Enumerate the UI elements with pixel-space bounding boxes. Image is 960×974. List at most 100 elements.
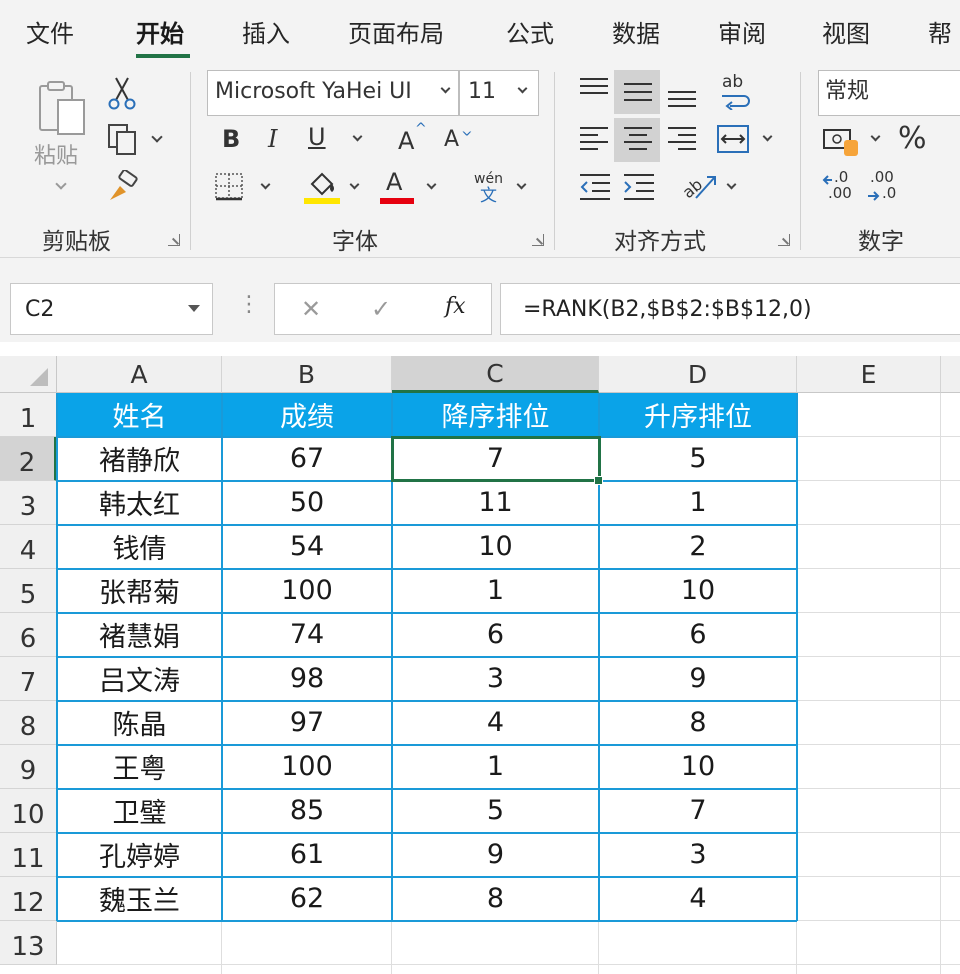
table-cell[interactable]: 钱倩	[57, 525, 222, 568]
row-header-9[interactable]: 9	[0, 745, 57, 789]
table-cell[interactable]: 魏玉兰	[57, 877, 222, 920]
table-cell[interactable]: 9	[599, 657, 797, 700]
row-header-8[interactable]: 8	[0, 701, 57, 745]
name-box-dropdown-icon[interactable]	[187, 304, 201, 314]
fill-handle[interactable]	[594, 476, 603, 485]
column-header-b[interactable]: B	[222, 356, 392, 393]
formula-input[interactable]: =RANK(B2,$B$2:$B$12,0)	[500, 283, 960, 335]
table-cell[interactable]: 3	[392, 657, 599, 700]
format-painter-icon[interactable]	[106, 169, 140, 204]
tab-help[interactable]: 帮	[928, 14, 952, 49]
tab-formulas[interactable]: 公式	[506, 14, 554, 49]
row-header-7[interactable]: 7	[0, 657, 57, 701]
top-align-icon[interactable]	[578, 76, 610, 102]
table-cell[interactable]: 100	[222, 745, 392, 788]
table-cell[interactable]: 4	[392, 701, 599, 744]
table-cell[interactable]: 10	[599, 745, 797, 788]
row-header-12[interactable]: 12	[0, 877, 57, 921]
table-cell[interactable]: 61	[222, 833, 392, 876]
font-size-dropdown-icon[interactable]	[517, 83, 528, 94]
table-cell[interactable]: 1	[392, 569, 599, 612]
table-cell[interactable]: 王粤	[57, 745, 222, 788]
tab-view[interactable]: 视图	[822, 14, 870, 49]
table-cell[interactable]: 85	[222, 789, 392, 832]
borders-icon[interactable]	[214, 172, 246, 202]
table-cell[interactable]: 8	[599, 701, 797, 744]
table-cell[interactable]: 褚慧娟	[57, 613, 222, 656]
table-header-cell[interactable]: 降序排位	[392, 393, 599, 436]
middle-align-icon[interactable]	[622, 78, 654, 108]
table-cell[interactable]: 50	[222, 481, 392, 524]
table-cell[interactable]: 97	[222, 701, 392, 744]
cancel-icon[interactable]: ✕	[301, 295, 321, 323]
row-header-4[interactable]: 4	[0, 525, 57, 569]
table-cell[interactable]: 孔婷婷	[57, 833, 222, 876]
column-header-d[interactable]: D	[599, 356, 797, 393]
table-cell[interactable]: 吕文涛	[57, 657, 222, 700]
font-name-combo[interactable]: Microsoft YaHei UI	[207, 70, 459, 116]
bottom-align-icon[interactable]	[666, 82, 698, 110]
increase-decimal-icon[interactable]: .0 .00	[822, 170, 862, 206]
tab-page-layout[interactable]: 页面布局	[348, 14, 444, 49]
fill-color-icon[interactable]	[302, 170, 342, 204]
accounting-format-icon[interactable]	[822, 124, 862, 158]
column-header-c[interactable]: C	[392, 356, 599, 393]
row-header-6[interactable]: 6	[0, 613, 57, 657]
table-cell[interactable]: 6	[392, 613, 599, 656]
grow-font-button[interactable]: A	[398, 129, 414, 153]
wrap-text-icon[interactable]: ab	[720, 74, 754, 110]
row-header-11[interactable]: 11	[0, 833, 57, 877]
table-header-cell[interactable]: 成绩	[222, 393, 392, 436]
bold-button[interactable]: B	[222, 127, 240, 151]
table-cell[interactable]: 6	[599, 613, 797, 656]
worksheet-grid[interactable]: A B C D E 1 2 3 4 5 6 7 8 9 10 11 12 13 姓名 成绩 降序排位 升序排位…	[0, 356, 960, 974]
decrease-indent-icon[interactable]	[578, 172, 612, 202]
column-header-a[interactable]: A	[57, 356, 222, 393]
orientation-icon[interactable]: ab	[679, 168, 720, 204]
row-header-1[interactable]: 1	[0, 393, 57, 437]
tab-home[interactable]: 开始	[136, 14, 184, 49]
table-header-cell[interactable]: 姓名	[57, 393, 222, 436]
table-cell[interactable]: 5	[392, 789, 599, 832]
table-cell[interactable]: 67	[222, 437, 392, 480]
tab-file[interactable]: 文件	[26, 14, 74, 49]
table-cell[interactable]: 7	[599, 789, 797, 832]
font-size-combo[interactable]: 11	[459, 70, 539, 116]
table-cell[interactable]: 4	[599, 877, 797, 920]
percent-style-button[interactable]: %	[898, 124, 927, 154]
number-format-combo[interactable]: 常规	[818, 70, 960, 116]
table-cell[interactable]: 褚静欣	[57, 437, 222, 480]
align-right-icon[interactable]	[666, 124, 698, 154]
row-header-2[interactable]: 2	[0, 437, 57, 481]
table-cell[interactable]: 62	[222, 877, 392, 920]
font-color-icon[interactable]: A	[380, 168, 414, 206]
font-name-dropdown-icon[interactable]	[440, 83, 451, 94]
paste-icon[interactable]	[34, 78, 90, 140]
tab-data[interactable]: 数据	[612, 14, 660, 49]
table-cell[interactable]: 2	[599, 525, 797, 568]
column-header-f[interactable]	[941, 356, 960, 393]
merge-center-icon[interactable]	[716, 124, 750, 154]
column-header-e[interactable]: E	[797, 356, 941, 393]
select-all-button[interactable]	[0, 356, 57, 393]
row-header-10[interactable]: 10	[0, 789, 57, 833]
table-cell[interactable]: 10	[599, 569, 797, 612]
name-box[interactable]: C2	[10, 283, 213, 335]
shrink-font-button[interactable]: A	[444, 129, 459, 151]
table-cell[interactable]: 10	[392, 525, 599, 568]
paste-button[interactable]: 粘贴	[34, 146, 78, 168]
decrease-decimal-icon[interactable]: .00 .0	[866, 170, 906, 206]
align-center-icon[interactable]	[622, 124, 654, 154]
table-header-cell[interactable]: 升序排位	[599, 393, 797, 436]
table-cell[interactable]: 5	[599, 437, 797, 480]
table-cell[interactable]: 1	[599, 481, 797, 524]
table-cell[interactable]: 陈晶	[57, 701, 222, 744]
table-cell[interactable]: 100	[222, 569, 392, 612]
table-cell[interactable]: 9	[392, 833, 599, 876]
font-launcher-icon[interactable]	[532, 234, 544, 246]
insert-function-icon[interactable]: fx	[445, 294, 466, 319]
increase-indent-icon[interactable]	[622, 172, 656, 202]
table-cell[interactable]: 1	[392, 745, 599, 788]
cut-icon[interactable]	[108, 76, 136, 110]
table-cell[interactable]: 74	[222, 613, 392, 656]
